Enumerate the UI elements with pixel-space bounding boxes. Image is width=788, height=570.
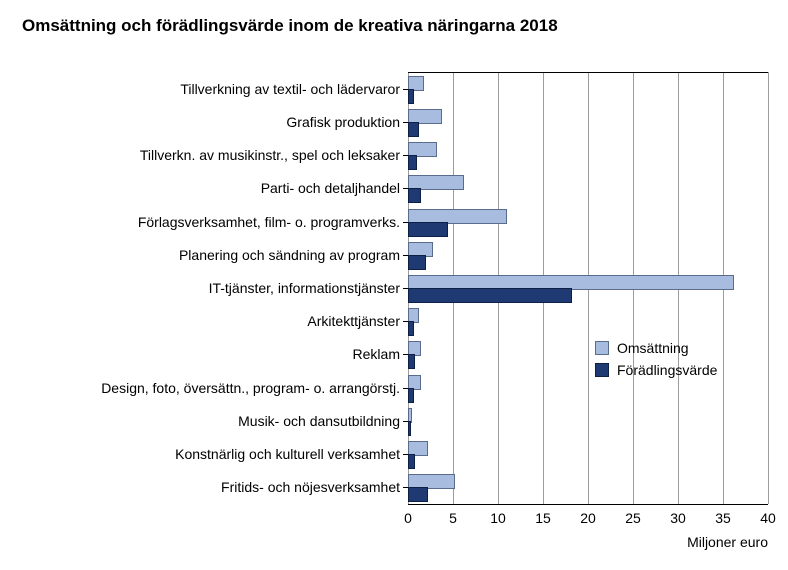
x-tick-label: 10	[490, 510, 506, 526]
category-label: Planering och sändning av program	[20, 247, 400, 263]
bar-foradlingsvarde	[408, 288, 572, 303]
bar-foradlingsvarde	[408, 487, 428, 502]
bar-foradlingsvarde	[408, 454, 415, 469]
x-tick-label: 25	[625, 510, 641, 526]
bar-foradlingsvarde	[408, 388, 414, 403]
bar-foradlingsvarde	[408, 255, 426, 270]
bar-foradlingsvarde	[408, 188, 421, 203]
category-label: Grafisk produktion	[20, 114, 400, 130]
legend-swatch-icon	[595, 341, 609, 355]
x-tick-label: 30	[670, 510, 686, 526]
category-label: Fritids- och nöjesverksamhet	[20, 479, 400, 495]
category-label: Konstnärlig och kulturell verksamhet	[20, 446, 400, 462]
category-label: Tillverkn. av musikinstr., spel och leks…	[20, 147, 400, 163]
legend-item-foradlingsvarde: Förädlingsvärde	[595, 362, 717, 378]
chart-area: 0 5 10 15 20 25 30 35 40 Tillverkning av textil- …	[0, 56, 788, 536]
category-label: IT-tjänster, informationstjänster	[20, 280, 400, 296]
x-axis-label: Miljoner euro	[687, 534, 768, 550]
x-tick-label: 40	[760, 510, 776, 526]
legend-item-omsattning: Omsättning	[595, 340, 717, 356]
legend-label-foradlingsvarde: Förädlingsvärde	[617, 362, 717, 378]
bar-foradlingsvarde	[408, 354, 415, 369]
bar-foradlingsvarde	[408, 89, 414, 104]
category-label: Tillverkning av textil- och lädervaror	[20, 81, 400, 97]
legend: Omsättning Förädlingsvärde	[595, 340, 717, 384]
x-tick-label: 0	[404, 510, 412, 526]
axis-line	[408, 72, 768, 73]
bar-foradlingsvarde	[408, 222, 448, 237]
bar-foradlingsvarde	[408, 321, 414, 336]
gridline	[768, 72, 769, 504]
category-label: Arkitekttjänster	[20, 313, 400, 329]
chart-title: Omsättning och förädlingsvärde inom de k…	[22, 16, 558, 36]
axis-line	[408, 504, 768, 505]
x-tick-label: 35	[715, 510, 731, 526]
bar-foradlingsvarde	[408, 421, 411, 436]
category-label: Musik- och dansutbildning	[20, 413, 400, 429]
x-tick-label: 20	[580, 510, 596, 526]
category-label: Design, foto, översättn., program- o. ar…	[20, 380, 400, 396]
category-label: Parti- och detaljhandel	[20, 180, 400, 196]
legend-label-omsattning: Omsättning	[617, 340, 689, 356]
bar-foradlingsvarde	[408, 122, 419, 137]
category-label: Reklam	[20, 346, 400, 362]
legend-swatch-icon	[595, 363, 609, 377]
x-tick-label: 5	[449, 510, 457, 526]
category-label: Förlagsverksamhet, film- o. programverks…	[20, 214, 400, 230]
bar-foradlingsvarde	[408, 155, 417, 170]
x-tick-label: 15	[535, 510, 551, 526]
